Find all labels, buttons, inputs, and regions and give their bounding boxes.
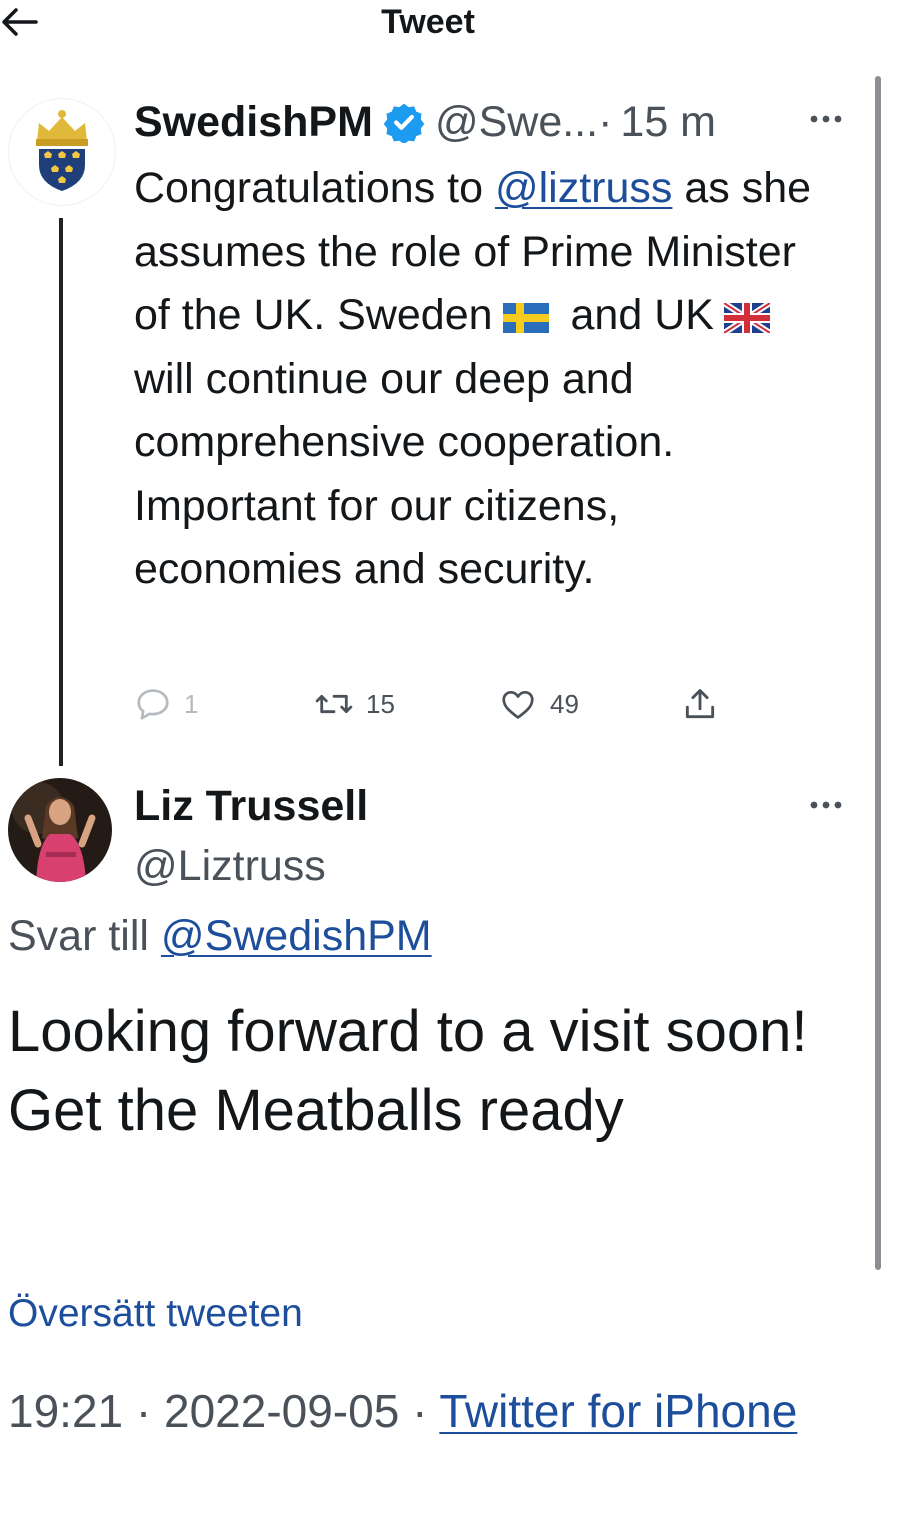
- tweet-timestamp: 19:21 · 2022-09-05 ·: [8, 1385, 440, 1437]
- replying-to-link[interactable]: @SwedishPM: [161, 912, 432, 960]
- tweet-text-segment: will continue our deep and comprehensive…: [134, 354, 675, 594]
- reply-author-name[interactable]: Liz Trussell: [134, 780, 368, 832]
- retweet-button[interactable]: 15: [314, 682, 395, 726]
- replying-to-label: Svar till: [8, 912, 161, 960]
- parent-tweet-header: SwedishPM @Swe... · 15 m: [134, 94, 716, 150]
- author-handle[interactable]: @Swe...: [435, 98, 598, 147]
- tweet-metadata: 19:21 · 2022-09-05 · Twitter for iPhone: [8, 1380, 828, 1442]
- scrollbar[interactable]: [875, 76, 881, 1270]
- sweden-flag-icon: [502, 302, 549, 333]
- verified-badge-icon: [383, 103, 425, 143]
- share-icon: [685, 689, 715, 719]
- like-button[interactable]: 49: [498, 682, 579, 726]
- more-icon[interactable]: [806, 790, 846, 820]
- reply-count: 1: [184, 688, 199, 719]
- reply-author-handle[interactable]: @Liztruss: [134, 840, 326, 892]
- uk-flag-icon: [723, 302, 770, 333]
- retweet-count: 15: [366, 688, 395, 719]
- reply-tweet-text: Looking forward to a visit soon! Get the…: [8, 999, 808, 1143]
- separator-dot: ·: [598, 97, 613, 146]
- tweet-time[interactable]: 15 m: [620, 98, 716, 147]
- tweet-source-link[interactable]: Twitter for iPhone: [439, 1385, 797, 1437]
- share-button[interactable]: [681, 682, 731, 726]
- parent-tweet-text: Congratulations to @liztruss as she assu…: [134, 157, 834, 602]
- profile-photo: [8, 778, 112, 882]
- like-icon: [502, 690, 534, 719]
- more-icon[interactable]: [806, 104, 846, 134]
- author-name[interactable]: SwedishPM: [134, 98, 373, 147]
- thread-connector-line: [59, 218, 63, 766]
- mention-link[interactable]: @liztruss: [495, 164, 672, 212]
- like-count: 49: [550, 688, 579, 719]
- translate-tweet-link[interactable]: Översätt tweeten: [8, 1290, 303, 1338]
- swedishpm-avatar[interactable]: [8, 98, 116, 206]
- reply-icon: [137, 689, 169, 720]
- retweet-icon: [315, 694, 353, 714]
- liz-avatar[interactable]: [8, 778, 112, 882]
- replying-to-line: Svar till @SwedishPM: [8, 910, 432, 962]
- page-title: Tweet: [381, 3, 475, 41]
- tweet-text-segment: Congratulations to: [134, 164, 495, 212]
- tweet-text-segment: and UK: [558, 291, 714, 339]
- reply-button[interactable]: 1: [134, 682, 198, 726]
- swedish-coat-of-arms-icon: [36, 110, 88, 191]
